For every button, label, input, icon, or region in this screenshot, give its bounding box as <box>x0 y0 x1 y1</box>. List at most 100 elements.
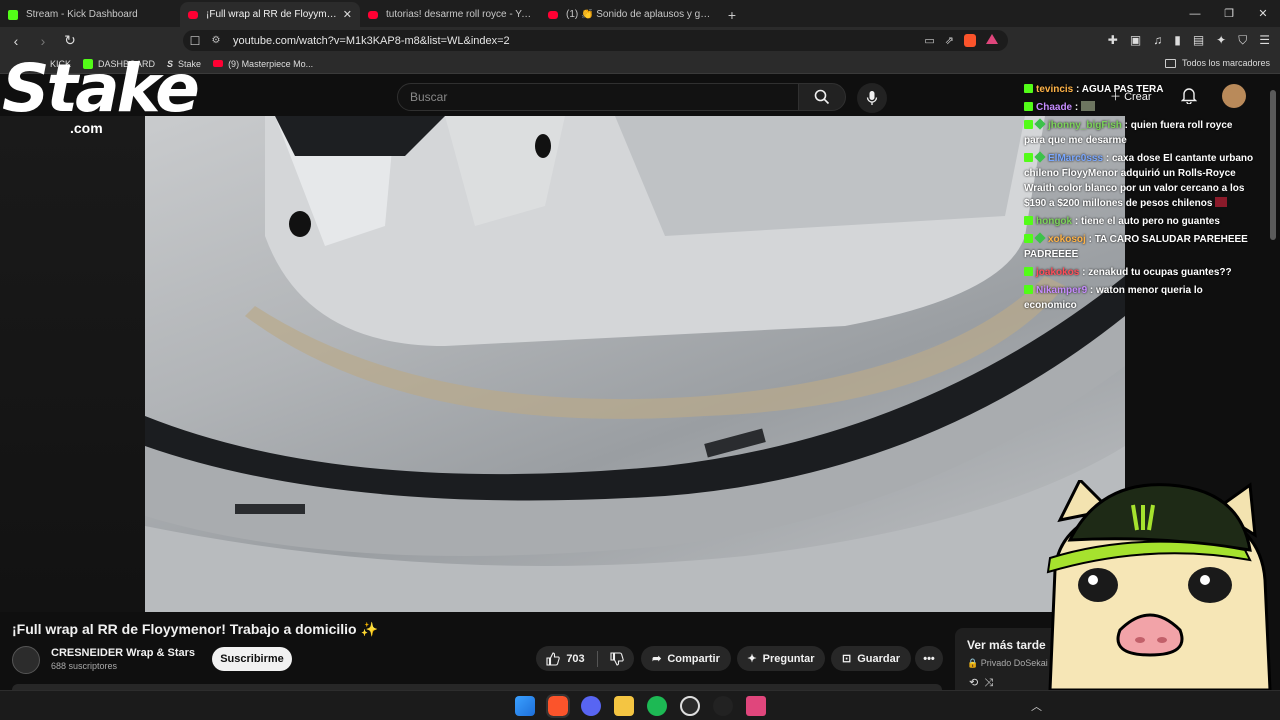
back-icon[interactable]: ‹ <box>5 30 27 52</box>
minimize-icon[interactable]: — <box>1178 0 1212 27</box>
maximize-icon[interactable]: ❐ <box>1212 0 1246 27</box>
chat-username: hongok <box>1036 216 1073 227</box>
obs-icon[interactable] <box>680 696 700 716</box>
close-tab-icon[interactable]: ✕ <box>343 8 352 21</box>
windows-taskbar: ︿ <box>0 690 1280 720</box>
save-button[interactable]: ⊡ Guardar <box>831 646 911 671</box>
kick-badge-icon <box>1024 285 1033 294</box>
stake-logo: Stake <box>2 50 200 127</box>
media-icon[interactable]: ♫ <box>1153 33 1162 48</box>
like-button[interactable]: 703 <box>546 651 585 666</box>
browser-tab-strip: Stream - Kick Dashboard ¡Full wrap al RR… <box>0 0 1280 27</box>
bookmark-label: (9) Masterpiece Mo... <box>228 58 314 69</box>
tray-chevron-icon[interactable]: ︿ <box>1031 698 1042 714</box>
thumbs-up-icon <box>546 651 561 666</box>
new-tab-button[interactable]: + <box>720 2 744 27</box>
kick-badge-icon <box>1024 267 1033 276</box>
sparkle-icon: ✦ <box>747 653 757 665</box>
chat-username: joakokos <box>1036 267 1080 278</box>
youtube-icon <box>548 10 558 19</box>
save-label: Guardar <box>857 652 900 665</box>
video-frame <box>145 116 1125 612</box>
app-icon[interactable] <box>713 696 733 716</box>
tab-label: (1) 👏 Sonido de aplausos y gritos d <box>566 9 712 20</box>
chat-username: tevincis <box>1036 84 1074 95</box>
video-title: ¡Full wrap al RR de Floyymenor! Trabajo … <box>12 621 378 637</box>
kick-badge-icon <box>1024 216 1033 225</box>
ask-button[interactable]: ✦ Preguntar <box>737 646 825 671</box>
close-window-icon[interactable]: ✕ <box>1246 0 1280 27</box>
sidebar-icon[interactable]: ▮ <box>1174 33 1181 48</box>
site-info-icon[interactable]: ⚙ <box>207 35 225 46</box>
discord-icon[interactable] <box>581 696 601 716</box>
share-icon: ➦ <box>652 653 662 665</box>
spotify-icon[interactable] <box>647 696 667 716</box>
extensions-icon[interactable]: ✚ <box>1108 33 1118 48</box>
playlist-owner: Privado DoSekai <box>980 658 1048 668</box>
youtube-icon <box>188 10 198 19</box>
youtube-icon <box>213 60 224 67</box>
cast-icon[interactable]: ▭ <box>924 34 934 47</box>
streamer-mascot-image <box>1046 480 1272 690</box>
brave-shields-icon[interactable] <box>964 34 976 47</box>
like-count: 703 <box>566 652 585 665</box>
kick-badge-icon <box>1024 120 1033 129</box>
chat-username: jhonny_bigFish <box>1048 120 1122 131</box>
menu-icon[interactable]: ☰ <box>1259 33 1270 48</box>
bookmark-icon[interactable]: ☐ <box>183 34 207 48</box>
kick-badge-icon <box>1024 84 1033 93</box>
subscriber-badge-icon <box>1034 151 1046 163</box>
voice-search-button[interactable] <box>857 83 887 113</box>
thumbs-down-icon[interactable] <box>610 651 624 666</box>
brave-nightly-icon[interactable] <box>746 696 766 716</box>
tab-youtube-tutorial[interactable]: tutorias! desarme roll royce - YouTub <box>360 2 540 27</box>
playlist-controls: ⟲ ⤨ <box>969 676 993 690</box>
all-bookmarks-button[interactable]: Todos los marcadores <box>1164 58 1270 68</box>
youtube-icon <box>368 10 378 19</box>
brave-browser-icon[interactable] <box>546 694 570 718</box>
bookmark-masterpiece[interactable]: (9) Masterpiece Mo... <box>213 59 313 69</box>
share-button[interactable]: ➦ Compartir <box>641 646 731 671</box>
brave-rewards-icon[interactable] <box>986 34 998 44</box>
vpn-icon[interactable]: ⛉ <box>1238 33 1247 48</box>
tab-label: Stream - Kick Dashboard <box>26 9 138 20</box>
like-dislike-group: 703 <box>536 646 634 671</box>
subscribe-button[interactable]: Suscribirme <box>212 647 292 671</box>
search-input[interactable]: Buscar <box>397 83 799 111</box>
leo-icon[interactable]: ✦ <box>1216 33 1226 48</box>
windows-start-icon[interactable] <box>515 696 535 716</box>
file-explorer-icon[interactable] <box>614 696 634 716</box>
chat-username: ElMarc0sss <box>1048 153 1104 164</box>
ask-label: Preguntar <box>762 652 815 665</box>
tab-youtube-aplausos[interactable]: (1) 👏 Sonido de aplausos y gritos d <box>540 2 720 27</box>
more-actions-button[interactable]: ••• <box>915 646 943 671</box>
forward-icon[interactable]: › <box>32 30 54 52</box>
chat-text: AGUA PAS TERA <box>1081 84 1164 95</box>
share-page-icon[interactable]: ⇗ <box>945 34 954 47</box>
kick-badge-icon <box>1024 153 1033 162</box>
reload-icon[interactable]: ↻ <box>59 30 81 52</box>
tab-kick-dashboard[interactable]: Stream - Kick Dashboard <box>0 2 180 27</box>
search-icon <box>814 89 830 105</box>
shuffle-icon[interactable]: ⤨ <box>984 677 993 689</box>
more-icon: ••• <box>923 652 935 665</box>
screenshot-icon[interactable]: ▣ <box>1130 33 1141 48</box>
address-bar[interactable]: ☐ ⚙ youtube.com/watch?v=M1k3KAP8-m8&list… <box>183 30 1008 51</box>
chat-message: jhonny_bigFish : quien fuera roll royce … <box>1024 118 1233 146</box>
wallet-icon[interactable]: ▤ <box>1193 33 1204 48</box>
video-left-margin <box>0 116 145 612</box>
page-scrollbar[interactable] <box>1270 90 1276 240</box>
tab-label: tutorias! desarme roll royce - YouTub <box>386 9 532 20</box>
chat-message: joakokos : zenakud tu ocupas guantes?? <box>1024 265 1256 280</box>
kick-icon <box>8 9 18 20</box>
channel-avatar[interactable] <box>12 646 40 674</box>
search-button[interactable] <box>798 83 846 111</box>
chat-username: xokosoj <box>1048 234 1086 245</box>
chat-text: tiene el auto pero no guantes <box>1081 216 1220 227</box>
channel-name[interactable]: CRESNEIDER Wrap & Stars <box>51 647 195 659</box>
video-player[interactable] <box>145 116 1125 612</box>
loop-icon[interactable]: ⟲ <box>969 677 978 689</box>
tab-youtube-full-wrap[interactable]: ¡Full wrap al RR de Floyymenor! ✕ <box>180 2 360 27</box>
url-text[interactable]: youtube.com/watch?v=M1k3KAP8-m8&list=WL&… <box>233 35 924 47</box>
chat-message: tevincis : AGUA PAS TERA <box>1024 82 1256 97</box>
